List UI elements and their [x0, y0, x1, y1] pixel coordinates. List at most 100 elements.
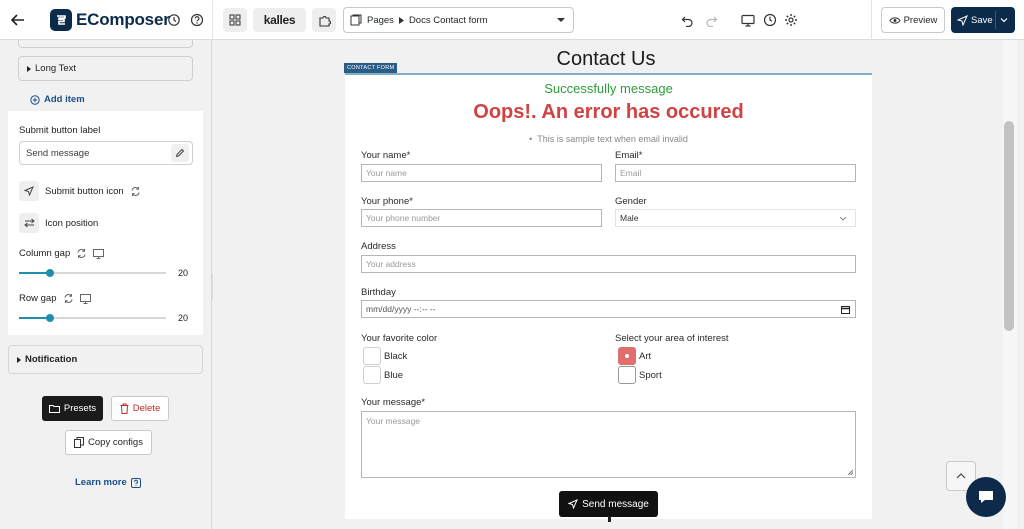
page-selector[interactable]: Pages Docs Contact form — [343, 7, 574, 33]
color-option-black[interactable]: Black — [363, 347, 407, 365]
birthday-input[interactable]: mm/dd/yyyy --:-- -- — [361, 300, 856, 318]
save-button[interactable]: Save — [951, 7, 1015, 33]
icon-position-label: Icon position — [45, 217, 99, 229]
sync-icon[interactable] — [76, 248, 87, 259]
name-placeholder: Your name — [366, 168, 407, 178]
send-message-label: Send message — [582, 498, 649, 510]
send-icon — [568, 499, 579, 509]
folder-icon — [48, 405, 60, 413]
slider-thumb[interactable] — [45, 314, 54, 322]
notification-section[interactable]: Notification — [8, 345, 203, 374]
option-label: Black — [384, 350, 408, 362]
add-item-button[interactable]: Add item — [30, 94, 85, 105]
icon-position-row[interactable]: Icon position — [19, 213, 98, 233]
option-label: Sport — [639, 369, 662, 381]
submit-button-label-title: Submit button label — [19, 125, 101, 136]
send-icon — [957, 14, 968, 26]
undo-icon[interactable] — [679, 12, 695, 28]
scrollbar-thumb[interactable] — [1004, 121, 1014, 331]
phone-placeholder: Your phone number — [366, 213, 441, 223]
color-option-blue[interactable]: Blue — [363, 366, 403, 384]
checkbox-checked[interactable] — [618, 347, 636, 365]
slider-thumb[interactable] — [45, 269, 54, 277]
gender-select[interactable]: Male — [615, 209, 856, 227]
delete-button[interactable]: Delete — [111, 396, 169, 421]
gender-value: Male — [620, 213, 639, 223]
send-icon[interactable] — [19, 181, 39, 201]
send-message-button[interactable]: Send message — [559, 491, 658, 517]
page-selector-section: Pages — [367, 14, 394, 26]
field-item-label: Long Text — [35, 63, 77, 74]
brand-name: EComposer — [76, 10, 170, 29]
error-message: Oops!. An error has occured — [473, 101, 744, 123]
redo-icon[interactable] — [703, 12, 719, 28]
phone-input[interactable]: Your phone number — [361, 209, 602, 227]
name-input[interactable]: Your name — [361, 164, 602, 182]
preview-label: Preview — [903, 14, 938, 26]
chevron-up-icon — [956, 473, 966, 479]
chat-bubble-icon — [979, 491, 993, 503]
resize-handle-icon[interactable] — [847, 469, 853, 475]
checkbox[interactable] — [363, 366, 381, 384]
chevron-down-icon[interactable] — [999, 15, 1009, 25]
phone-label: Your phone* — [361, 196, 413, 207]
form-badge[interactable]: CONTACT FORM — [344, 63, 398, 73]
desktop-icon[interactable] — [740, 12, 756, 28]
preview-button[interactable]: Preview — [881, 7, 945, 33]
message-textarea[interactable]: Your message — [361, 411, 856, 478]
trash-icon — [120, 403, 129, 414]
chat-button[interactable] — [966, 477, 1006, 517]
history-icon[interactable] — [166, 12, 182, 28]
column-gap-slider[interactable] — [19, 269, 166, 277]
grid-icon[interactable] — [223, 8, 247, 32]
learn-more-link[interactable]: Learn more — [75, 477, 141, 488]
email-input[interactable]: Email — [615, 164, 856, 182]
checkbox[interactable] — [618, 366, 636, 384]
submit-button-label-input[interactable]: Send message — [19, 141, 193, 165]
back-arrow-icon[interactable] — [8, 10, 28, 30]
presets-label: Presets — [63, 403, 97, 414]
help-icon[interactable] — [189, 12, 205, 28]
interest-option-art[interactable]: Art — [618, 347, 651, 365]
favorite-color-label: Your favorite color — [361, 333, 438, 344]
copy-configs-button[interactable]: Copy configs — [65, 430, 152, 455]
store-button[interactable]: kalles — [253, 8, 306, 32]
delete-label: Delete — [132, 403, 161, 414]
field-item-long-text[interactable]: Long Text — [18, 56, 193, 81]
sync-icon[interactable] — [63, 293, 74, 304]
submit-button-icon-row[interactable]: Submit button icon — [19, 181, 141, 201]
sync-icon[interactable] — [130, 186, 141, 197]
row-gap-value: 20 — [177, 313, 188, 323]
row-gap-slider[interactable] — [19, 314, 166, 322]
notification-label: Notification — [25, 354, 78, 365]
swap-icon[interactable] — [19, 213, 39, 233]
desktop-icon[interactable] — [93, 248, 105, 259]
checkbox[interactable] — [363, 347, 381, 365]
copy-configs-label: Copy configs — [88, 437, 143, 448]
collapsed-field-item[interactable] — [18, 40, 193, 48]
toolbar-divider — [871, 0, 872, 40]
desktop-icon[interactable] — [79, 293, 91, 304]
option-label: Art — [639, 350, 652, 362]
ecomposer-logo — [50, 9, 72, 31]
column-gap-header: Column gap — [19, 248, 105, 259]
copy-icon — [74, 437, 85, 448]
interest-option-sport[interactable]: Sport — [618, 366, 662, 384]
message-placeholder: Your message — [366, 416, 421, 426]
pages-icon — [350, 14, 362, 26]
pencil-icon[interactable] — [171, 144, 189, 162]
presets-button[interactable]: Presets — [42, 396, 103, 421]
clock-icon[interactable] — [762, 12, 778, 28]
contact-form[interactable]: Successfully message Oops!. An error has… — [345, 73, 872, 519]
interest-label: Select your area of interest — [615, 333, 729, 344]
gear-icon[interactable] — [783, 12, 799, 28]
birthday-label: Birthday — [361, 287, 396, 298]
calendar-icon[interactable] — [841, 305, 850, 314]
puzzle-icon[interactable] — [312, 8, 336, 32]
submit-button-icon-label: Submit button icon — [45, 185, 124, 197]
chevron-down-icon — [557, 18, 565, 22]
address-input[interactable]: Your address — [361, 255, 856, 273]
resize-marker — [608, 516, 611, 522]
caret-right-icon — [398, 16, 404, 24]
option-label: Blue — [384, 369, 404, 381]
